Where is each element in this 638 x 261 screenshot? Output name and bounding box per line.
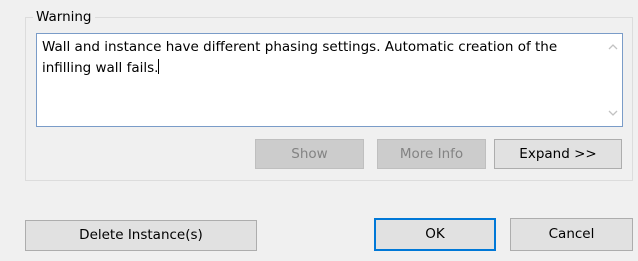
cancel-button[interactable]: Cancel — [510, 218, 633, 251]
scroll-up-arrow-icon[interactable] — [608, 42, 618, 52]
warning-dialog: Warning Wall and instance have different… — [0, 0, 638, 261]
text-caret — [158, 59, 160, 74]
expand-button[interactable]: Expand >> — [494, 139, 622, 169]
scroll-down-arrow-icon[interactable] — [608, 108, 618, 118]
warning-message-text: Wall and instance have different phasing… — [42, 39, 562, 76]
message-scrollbar[interactable] — [604, 34, 622, 126]
warning-message-box[interactable]: Wall and instance have different phasing… — [36, 33, 623, 127]
warning-group-title: Warning — [33, 8, 95, 26]
more-info-button[interactable]: More Info — [377, 139, 486, 169]
ok-button[interactable]: OK — [374, 218, 496, 251]
show-button[interactable]: Show — [255, 139, 364, 169]
delete-instances-button[interactable]: Delete Instance(s) — [25, 220, 257, 251]
